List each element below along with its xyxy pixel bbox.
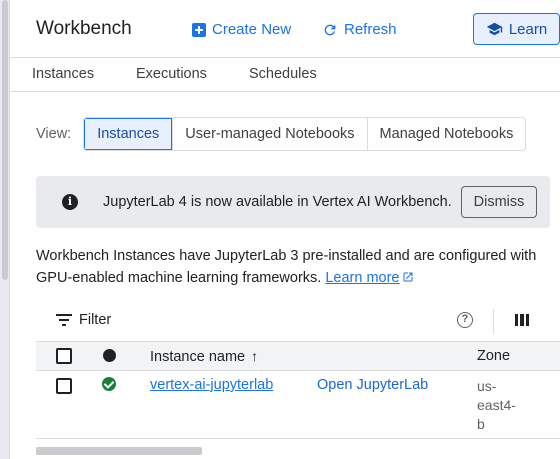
info-icon: i <box>62 194 78 210</box>
help-icon[interactable]: ? <box>457 312 473 328</box>
column-name-label: Instance name <box>150 349 246 365</box>
create-new-button[interactable]: Create New <box>192 21 291 38</box>
status-running-icon <box>102 377 116 391</box>
description: Workbench Instances have JupyterLab 3 pr… <box>36 245 550 289</box>
learn-more-label: Learn more <box>325 270 400 286</box>
scrollbar-thumb[interactable] <box>2 0 8 280</box>
table-row: vertex-ai-jupyterlab Open JupyterLab us-… <box>36 371 560 439</box>
add-box-icon <box>192 22 206 37</box>
info-banner: i JupyterLab 4 is now available in Verte… <box>36 176 550 228</box>
filter-icon <box>56 314 72 326</box>
table-toolbar: Filter ? <box>36 306 560 336</box>
left-scrollbar[interactable] <box>0 0 10 459</box>
filter-button[interactable]: Filter <box>56 312 111 328</box>
learn-more-link[interactable]: Learn more <box>325 270 413 286</box>
open-in-new-icon <box>403 272 412 282</box>
sort-ascending-icon: ↑ <box>251 348 259 364</box>
open-jupyterlab-link[interactable]: Open JupyterLab <box>317 377 428 393</box>
zone-line: east4- <box>477 397 516 413</box>
tab-instances[interactable]: Instances <box>32 66 94 82</box>
view-toggle-group: Instances User-managed Notebooks Managed… <box>83 117 527 151</box>
page-title: Workbench <box>36 18 132 39</box>
banner-message: JupyterLab 4 is now available in Vertex … <box>103 194 452 210</box>
select-all-checkbox[interactable] <box>56 348 72 364</box>
view-option-instances[interactable]: Instances <box>84 118 173 150</box>
tab-schedules[interactable]: Schedules <box>249 66 317 82</box>
description-text: Workbench Instances have JupyterLab 3 pr… <box>36 248 537 286</box>
refresh-label: Refresh <box>344 21 397 38</box>
table-header: Instance name ↑ Zone <box>36 341 560 371</box>
instance-name-link[interactable]: vertex-ai-jupyterlab <box>150 377 273 393</box>
create-new-label: Create New <box>212 21 292 38</box>
learn-button[interactable]: Learn <box>473 13 560 45</box>
view-option-managed-notebooks[interactable]: Managed Notebooks <box>366 118 526 150</box>
zone-line: b <box>477 416 485 432</box>
tab-bar: Instances Executions Schedules <box>10 58 560 92</box>
view-option-user-managed-notebooks[interactable]: User-managed Notebooks <box>172 118 366 150</box>
zone-line: us- <box>477 378 497 394</box>
filter-label: Filter <box>79 312 112 328</box>
view-selector: View: Instances User-managed Notebooks M… <box>36 117 527 151</box>
toolbar-divider <box>493 309 494 333</box>
refresh-button[interactable]: Refresh <box>322 21 397 38</box>
horizontal-scrollbar[interactable] <box>36 447 202 455</box>
column-header-zone[interactable]: Zone <box>477 348 510 364</box>
zone-cell: us- east4- b <box>477 377 516 434</box>
column-header-instance-name[interactable]: Instance name ↑ <box>150 348 258 365</box>
view-label: View: <box>36 126 72 142</box>
dismiss-button[interactable]: Dismiss <box>461 186 537 218</box>
learn-label: Learn <box>508 20 548 38</box>
tab-executions[interactable]: Executions <box>136 66 207 82</box>
status-column-icon <box>103 349 116 362</box>
page-header: Workbench Create New Refresh Learn <box>10 0 560 58</box>
row-checkbox[interactable] <box>56 378 72 394</box>
school-icon <box>486 22 503 36</box>
column-display-icon[interactable] <box>515 314 529 326</box>
refresh-icon <box>324 24 336 35</box>
